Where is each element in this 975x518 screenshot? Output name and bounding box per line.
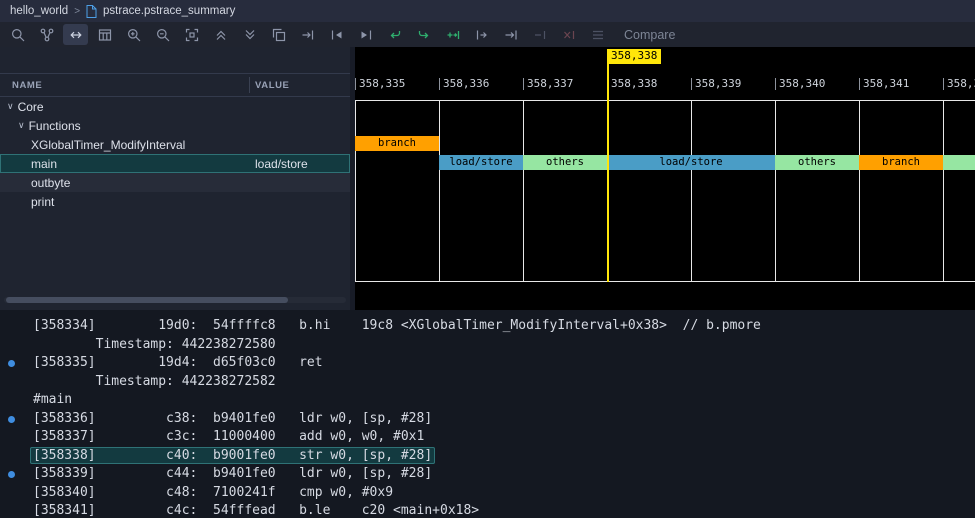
remove-marker-icon[interactable] bbox=[527, 24, 552, 45]
trace-line[interactable]: [358334] 19d0: 54ffffc8 b.hi 19c8 <XGlob… bbox=[0, 317, 975, 336]
tree-row-core[interactable]: ∨ Core bbox=[0, 97, 350, 116]
horizontal-arrows-icon[interactable] bbox=[63, 24, 88, 45]
zoom-fit-icon[interactable] bbox=[179, 24, 204, 45]
arrow-right-to-bar-icon[interactable] bbox=[295, 24, 320, 45]
segment-others[interactable] bbox=[943, 155, 975, 170]
breakpoint-dot-icon[interactable] bbox=[8, 416, 15, 423]
tree-row-xglobaltimer[interactable]: XGlobalTimer_ModifyInterval bbox=[0, 135, 350, 154]
horizontal-scrollbar[interactable] bbox=[4, 297, 346, 303]
trace-line[interactable]: [358341] c4c: 54fffead b.le c20 <main+0x… bbox=[0, 502, 975, 518]
breadcrumb-file[interactable]: pstrace.pstrace_summary bbox=[103, 5, 235, 17]
trace-line[interactable]: Timestamp: 442238272582 bbox=[0, 373, 975, 392]
column-header-name[interactable]: NAME bbox=[0, 80, 42, 91]
chevron-down-icon[interactable]: ∨ bbox=[18, 120, 25, 131]
tree-top-spacer bbox=[0, 47, 350, 73]
breadcrumb-separator: > bbox=[74, 6, 80, 17]
tree-row-print[interactable]: print bbox=[0, 192, 350, 211]
trace-line[interactable]: [358339] c44: b9401fe0 ldr w0, [sp, #28] bbox=[0, 465, 975, 484]
hierarchy-icon[interactable] bbox=[34, 24, 59, 45]
tree-row-main[interactable]: main load/store bbox=[0, 154, 350, 173]
scrollbar-thumb[interactable] bbox=[6, 297, 288, 303]
grid-line bbox=[859, 100, 860, 282]
next-transition-icon[interactable] bbox=[411, 24, 436, 45]
segment-branch[interactable]: branch bbox=[355, 136, 439, 151]
trace-line[interactable]: [358336] c38: b9401fe0 ldr w0, [sp, #28] bbox=[0, 410, 975, 429]
trace-viewer-app: hello_world > pstrace.pstrace_summary Co… bbox=[0, 0, 975, 518]
chevron-down-icon[interactable]: ∨ bbox=[7, 101, 14, 112]
list-icon[interactable] bbox=[585, 24, 610, 45]
grid-line bbox=[775, 100, 776, 282]
waveform-grid bbox=[355, 100, 975, 282]
bar-triangle-left-icon[interactable] bbox=[324, 24, 349, 45]
collapse-all-icon[interactable] bbox=[208, 24, 233, 45]
toolbar: Compare bbox=[0, 22, 975, 47]
trace-line[interactable]: [358340] c48: 7100241f cmp w0, #0x9 bbox=[0, 484, 975, 503]
breadcrumb-project[interactable]: hello_world bbox=[10, 5, 68, 17]
tree-row-label: print bbox=[31, 195, 54, 209]
column-divider[interactable] bbox=[249, 77, 250, 93]
grid-line bbox=[691, 100, 692, 282]
segment-others[interactable]: others bbox=[523, 155, 607, 170]
tree-row-label: XGlobalTimer_ModifyInterval bbox=[31, 138, 185, 152]
goto-end-icon[interactable] bbox=[498, 24, 523, 45]
signal-tree-panel: NAME VALUE ∨ Core ∨ Functions XGlobalTim… bbox=[0, 47, 350, 310]
tree-row-label: outbyte bbox=[31, 176, 70, 190]
segment-loadstore[interactable]: load/store bbox=[607, 155, 775, 170]
trace-line[interactable]: #main bbox=[0, 391, 975, 410]
grid-line bbox=[523, 100, 524, 282]
trace-line[interactable]: Timestamp: 442238272580 bbox=[0, 336, 975, 355]
file-icon bbox=[86, 5, 97, 18]
breadcrumb: hello_world > pstrace.pstrace_summary bbox=[0, 0, 975, 22]
timeline-cursor[interactable] bbox=[607, 64, 609, 282]
add-marker-icon[interactable] bbox=[440, 24, 465, 45]
waveform-panel[interactable]: 358,335 358,336 358,337 358,338 358,339 … bbox=[355, 47, 975, 310]
triangle-right-bar-icon[interactable] bbox=[353, 24, 378, 45]
table-icon[interactable] bbox=[92, 24, 117, 45]
segment-others[interactable]: others bbox=[775, 155, 859, 170]
tree-row-label: Core bbox=[18, 100, 44, 114]
grid-line bbox=[943, 100, 944, 282]
disassembly-panel[interactable]: [358334] 19d0: 54ffffc8 b.hi 19c8 <XGlob… bbox=[0, 310, 975, 518]
segment-branch[interactable]: branch bbox=[859, 155, 943, 170]
tree-column-headers: NAME VALUE bbox=[0, 73, 350, 97]
zoom-out-icon[interactable] bbox=[150, 24, 175, 45]
trace-line-selected[interactable]: [358338] c40: b9001fe0 str w0, [sp, #28] bbox=[0, 447, 975, 466]
bar-arrow-right-icon[interactable] bbox=[469, 24, 494, 45]
compare-button[interactable]: Compare bbox=[624, 28, 675, 42]
trace-line[interactable]: [358337] c3c: 11000400 add w0, w0, #0x1 bbox=[0, 428, 975, 447]
segment-loadstore[interactable]: load/store bbox=[439, 155, 523, 170]
expand-all-icon[interactable] bbox=[237, 24, 262, 45]
search-icon[interactable] bbox=[5, 24, 30, 45]
breakpoint-dot-icon[interactable] bbox=[8, 360, 15, 367]
trace-line[interactable]: [358335] 19d4: d65f03c0 ret bbox=[0, 354, 975, 373]
cursor-label[interactable]: 358,338 bbox=[607, 49, 661, 64]
tree-row-value: load/store bbox=[255, 157, 308, 171]
column-header-value[interactable]: VALUE bbox=[255, 80, 290, 91]
zoom-in-icon[interactable] bbox=[121, 24, 146, 45]
tree-row-label: Functions bbox=[29, 119, 81, 133]
prev-transition-icon[interactable] bbox=[382, 24, 407, 45]
tree-row-label: main bbox=[31, 157, 57, 171]
tree-row-functions[interactable]: ∨ Functions bbox=[0, 116, 350, 135]
delete-marker-icon[interactable] bbox=[556, 24, 581, 45]
breakpoint-dot-icon[interactable] bbox=[8, 471, 15, 478]
copy-icon[interactable] bbox=[266, 24, 291, 45]
grid-line bbox=[439, 100, 440, 282]
tree-row-outbyte[interactable]: outbyte bbox=[0, 173, 350, 192]
